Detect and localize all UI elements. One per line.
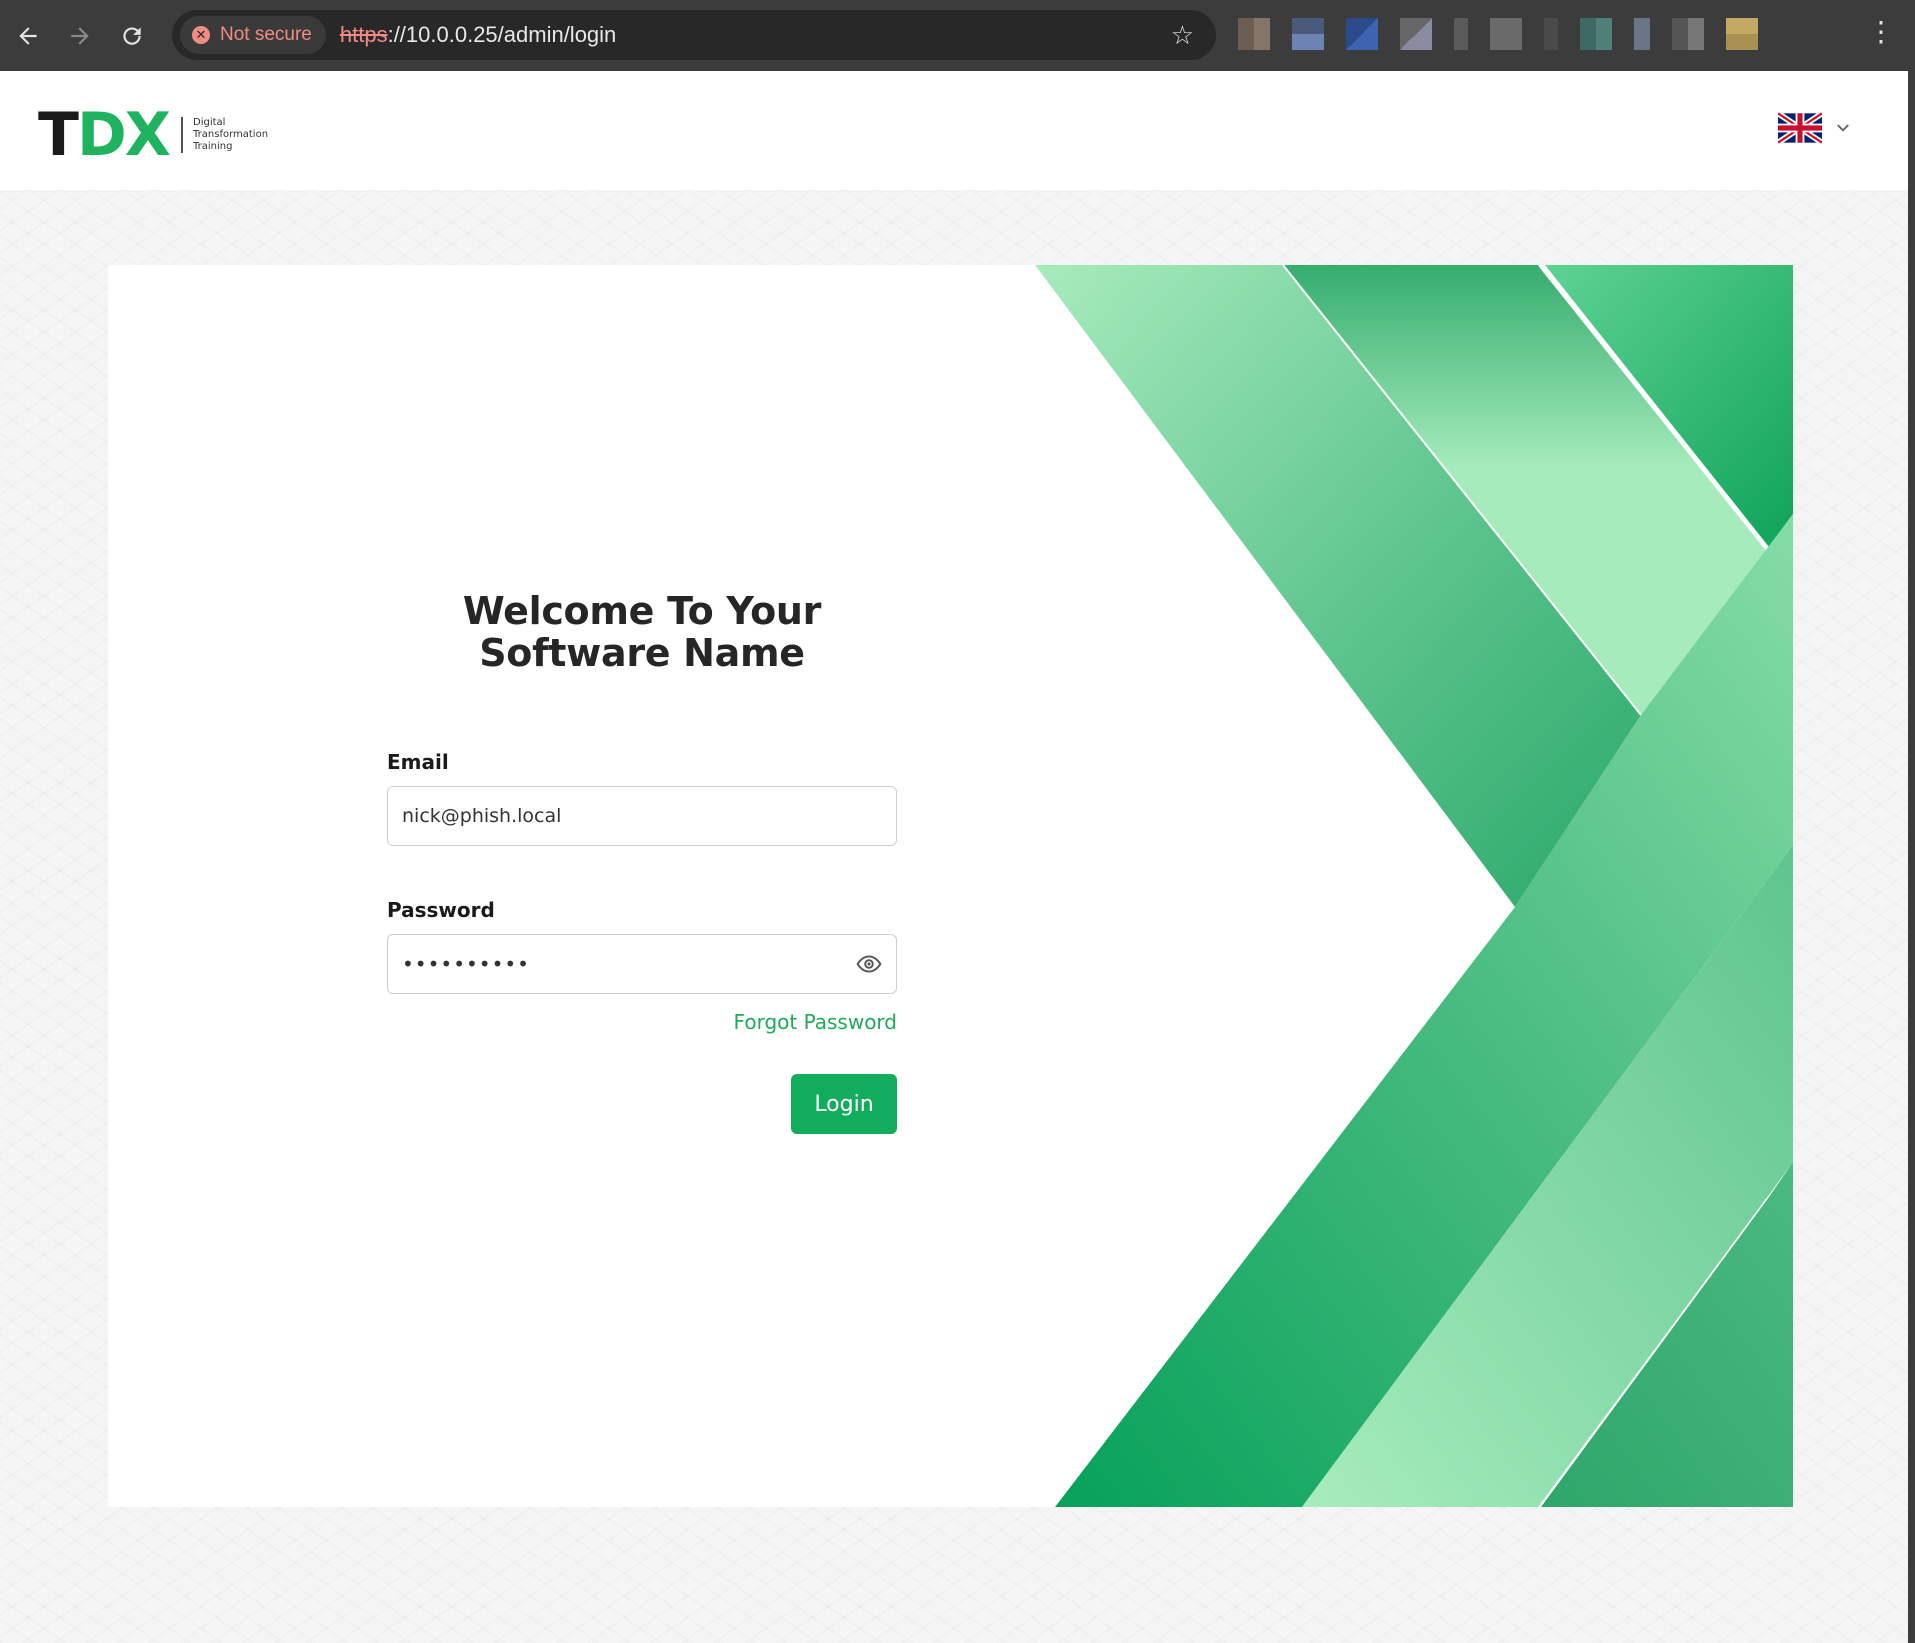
url-path: ://10.0.0.25/admin/login bbox=[387, 22, 617, 47]
login-form: Welcome To Your Software Name Email Pass… bbox=[387, 590, 897, 1134]
title-line-1: Welcome To Your bbox=[462, 589, 822, 633]
chevron-down-icon bbox=[1837, 124, 1849, 132]
page-title: Welcome To Your Software Name bbox=[387, 590, 897, 674]
arrow-right-icon bbox=[71, 26, 89, 45]
arrow-left-icon bbox=[19, 26, 37, 45]
extensions-area bbox=[1238, 16, 1758, 52]
extension-icon[interactable] bbox=[1490, 18, 1522, 50]
reload-icon bbox=[123, 26, 141, 45]
email-label: Email bbox=[387, 750, 449, 774]
browser-toolbar: ✕ Not secure https://10.0.0.25/admin/log… bbox=[0, 0, 1915, 71]
not-secure-icon: ✕ bbox=[192, 26, 210, 44]
extension-icon[interactable] bbox=[1544, 18, 1558, 50]
title-line-2: Software Name bbox=[479, 631, 805, 675]
logo-wordmark: TDX bbox=[38, 100, 171, 170]
extension-icon[interactable] bbox=[1400, 18, 1432, 50]
logo-divider bbox=[181, 117, 184, 153]
back-button[interactable] bbox=[4, 12, 52, 60]
forward-button[interactable] bbox=[56, 12, 104, 60]
extension-icon[interactable] bbox=[1346, 18, 1378, 50]
email-field[interactable] bbox=[387, 786, 897, 846]
password-label: Password bbox=[387, 898, 495, 922]
extension-icon[interactable] bbox=[1672, 18, 1704, 50]
forgot-password-link[interactable]: Forgot Password bbox=[387, 1010, 897, 1034]
extension-icon[interactable] bbox=[1292, 18, 1324, 50]
reload-button[interactable] bbox=[108, 12, 156, 60]
extension-icon[interactable] bbox=[1726, 18, 1758, 50]
tdx-logo[interactable]: TDX Digital Transformation Training bbox=[38, 105, 268, 165]
security-label: Not secure bbox=[220, 24, 312, 45]
extension-icon[interactable] bbox=[1238, 18, 1270, 50]
browser-menu-icon[interactable]: ⋮ bbox=[1867, 18, 1895, 46]
extension-icon[interactable] bbox=[1454, 18, 1468, 50]
uk-flag-icon bbox=[1778, 111, 1822, 145]
logo-tagline: Digital Transformation Training bbox=[193, 117, 269, 152]
email-input[interactable] bbox=[402, 805, 882, 827]
password-field[interactable]: •••••••••• bbox=[387, 934, 897, 994]
address-bar[interactable]: ✕ Not secure https://10.0.0.25/admin/log… bbox=[172, 10, 1216, 60]
url-scheme: https bbox=[339, 22, 388, 47]
decorative-green-art bbox=[1035, 265, 1793, 1507]
window-edge bbox=[1908, 71, 1915, 1643]
security-indicator[interactable]: ✕ Not secure bbox=[180, 16, 326, 54]
login-card: Welcome To Your Software Name Email Pass… bbox=[108, 265, 1793, 1507]
password-input[interactable]: •••••••••• bbox=[402, 952, 856, 976]
url-text[interactable]: https://10.0.0.25/admin/login bbox=[340, 22, 616, 48]
language-selector[interactable] bbox=[1778, 111, 1852, 145]
show-password-eye-icon[interactable] bbox=[856, 951, 882, 977]
extension-icon[interactable] bbox=[1634, 18, 1650, 50]
button-row: Login bbox=[387, 1074, 897, 1134]
site-header: TDX Digital Transformation Training bbox=[0, 71, 1908, 190]
bookmark-star-icon[interactable]: ☆ bbox=[1171, 20, 1194, 51]
login-button[interactable]: Login bbox=[791, 1074, 897, 1134]
extension-icon[interactable] bbox=[1580, 18, 1612, 50]
